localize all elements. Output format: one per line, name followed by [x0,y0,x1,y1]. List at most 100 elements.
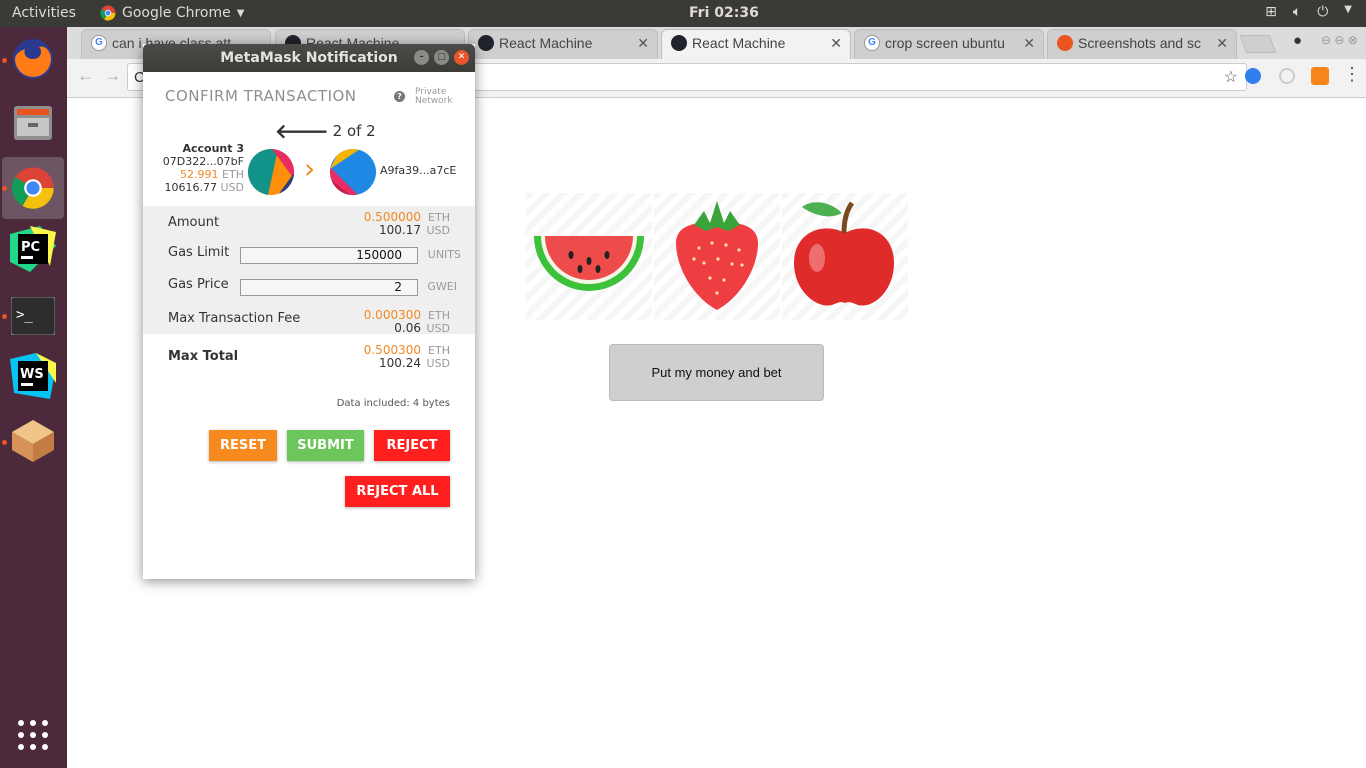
data-included-note: Data included: 4 bytes [336,398,450,409]
max-fee-eth: 0.000300 [363,308,421,322]
system-tray[interactable]: ⊞ 🔈︎ ⏻ ▼ [1265,4,1352,20]
maximize-icon[interactable]: □ [434,50,449,65]
metamask-icon[interactable] [1311,67,1329,85]
gas-limit-row: Gas Limit 150000 UNITS [143,238,475,270]
strawberry-icon [676,201,758,310]
chevron-down-icon: ▼ [236,7,245,19]
profile-icon[interactable]: ● [1293,32,1302,49]
clock[interactable]: Fri 02:36 [689,5,759,21]
max-fee-usd: 0.06 [394,321,421,335]
menu-icon[interactable]: ⋮ [1343,64,1361,85]
tab-title: React Machine [692,35,786,51]
pycharm-icon[interactable]: PC [8,224,58,274]
network-indicator[interactable]: Private Network [415,88,453,106]
reject-all-button[interactable]: REJECT ALL [345,476,450,507]
extension-icon[interactable] [1279,68,1295,84]
max-total-label: Max Total [168,349,239,364]
tab-title: crop screen ubuntu [885,35,1005,51]
reset-button[interactable]: RESET [209,430,277,461]
google-icon: G [91,35,107,51]
close-icon[interactable]: ✕ [637,30,649,56]
close-icon[interactable]: ✕ [830,30,842,56]
gas-limit-input[interactable]: 150000 [240,247,418,264]
svg-text:WS: WS [20,367,44,382]
tab-title: Screenshots and sc [1078,35,1201,51]
amount-row: Amount 0.500000 ETH 100.17 USD [143,206,475,238]
activities-button[interactable]: Activities [12,5,76,21]
eth-unit: ETH [222,168,244,181]
account-address: 07D322...07bF [162,155,244,168]
max-fee-row: Max Transaction Fee 0.000300 ETH 0.06 US… [143,302,475,335]
bet-button[interactable]: Put my money and bet [609,344,824,401]
usd-unit: USD [426,357,450,370]
react-icon [671,35,687,51]
close-icon[interactable]: ✕ [1023,30,1035,56]
metamask-notification-window: MetaMask Notification – □ ✕ CONFIRM TRAN… [143,44,475,579]
close-icon[interactable]: ✕ [1216,30,1228,56]
window-controls[interactable]: ⊖ ⊖ ⊗ [1321,33,1358,47]
usd-unit: USD [220,181,244,194]
tab-crop-screen[interactable]: G crop screen ubuntu ✕ [854,29,1044,59]
chevron-down-icon[interactable]: ▼ [1344,4,1352,20]
tab-react-machine-active[interactable]: React Machine ✕ [661,29,851,59]
reject-button[interactable]: REJECT [374,430,450,461]
running-indicator [2,186,7,191]
terminal-icon[interactable]: >_ [8,291,58,341]
star-icon[interactable]: ☆ [1224,67,1238,87]
recipient-avatar [330,149,376,195]
amount-usd: 100.17 [379,223,421,237]
close-icon[interactable]: ✕ [454,50,469,65]
back-icon[interactable]: ← [77,66,94,86]
eth-unit: ETH [428,309,450,322]
app-menu[interactable]: Google Chrome ▼ [100,5,244,21]
transaction-navigator: 🡐 2 of 2 [275,119,376,143]
reel-cell [654,193,780,320]
app-name: Google Chrome [122,5,231,21]
back-arrow-icon[interactable]: 🡐 [275,119,329,143]
window-titlebar: MetaMask Notification – □ ✕ [143,44,475,72]
reel-cell [782,193,908,320]
max-total-eth: 0.500300 [363,343,421,357]
running-indicator [2,314,7,319]
ubuntu-icon [1057,35,1073,51]
help-icon[interactable]: ? [394,91,405,102]
watermelon-icon [534,236,644,291]
confirm-transaction-heading: CONFIRM TRANSACTION [165,87,357,105]
reel-cell [526,193,652,320]
submit-button[interactable]: SUBMIT [287,430,364,461]
google-icon: G [864,35,880,51]
window-title: MetaMask Notification [220,50,398,66]
webstorm-icon[interactable]: WS [8,351,58,401]
chrome-launcher-icon[interactable] [2,157,64,219]
minimize-icon[interactable]: – [414,50,429,65]
network-icon[interactable]: ⊞ [1265,4,1277,20]
app-package-icon[interactable] [8,416,58,466]
files-icon[interactable] [8,98,58,148]
tab-react-machine[interactable]: React Machine ✕ [468,29,658,59]
launcher-dock: PC >_ WS [0,27,67,768]
running-indicator [2,440,7,445]
forward-icon[interactable]: → [104,66,121,86]
volume-icon[interactable]: 🔈︎ [1293,4,1301,20]
show-applications-icon[interactable] [8,710,58,760]
gwei-label: GWEI [427,280,457,293]
power-icon[interactable]: ⏻ [1317,4,1328,20]
gas-price-row: Gas Price 2 GWEI [143,270,475,302]
extension-icon[interactable] [1245,68,1261,84]
network-label: Network [415,96,453,106]
running-indicator [2,58,7,63]
chevron-right-icon: › [304,152,316,185]
max-total-row: Max Total 0.500300 ETH 100.24 USD [143,334,475,380]
chrome-icon [100,5,116,21]
transaction-counter: 2 of 2 [332,122,376,140]
eth-unit: ETH [428,344,450,357]
gas-price-input[interactable]: 2 [240,279,418,296]
account-name: Account 3 [182,142,244,155]
tab-screenshots[interactable]: Screenshots and sc ✕ [1047,29,1237,59]
sender-avatar [248,149,294,195]
new-tab-button[interactable] [1239,35,1277,53]
max-fee-label: Max Transaction Fee [168,311,301,326]
firefox-icon[interactable] [8,34,58,84]
transaction-details: Amount 0.500000 ETH 100.17 USD Gas Limit… [143,206,475,380]
react-icon [478,35,494,51]
